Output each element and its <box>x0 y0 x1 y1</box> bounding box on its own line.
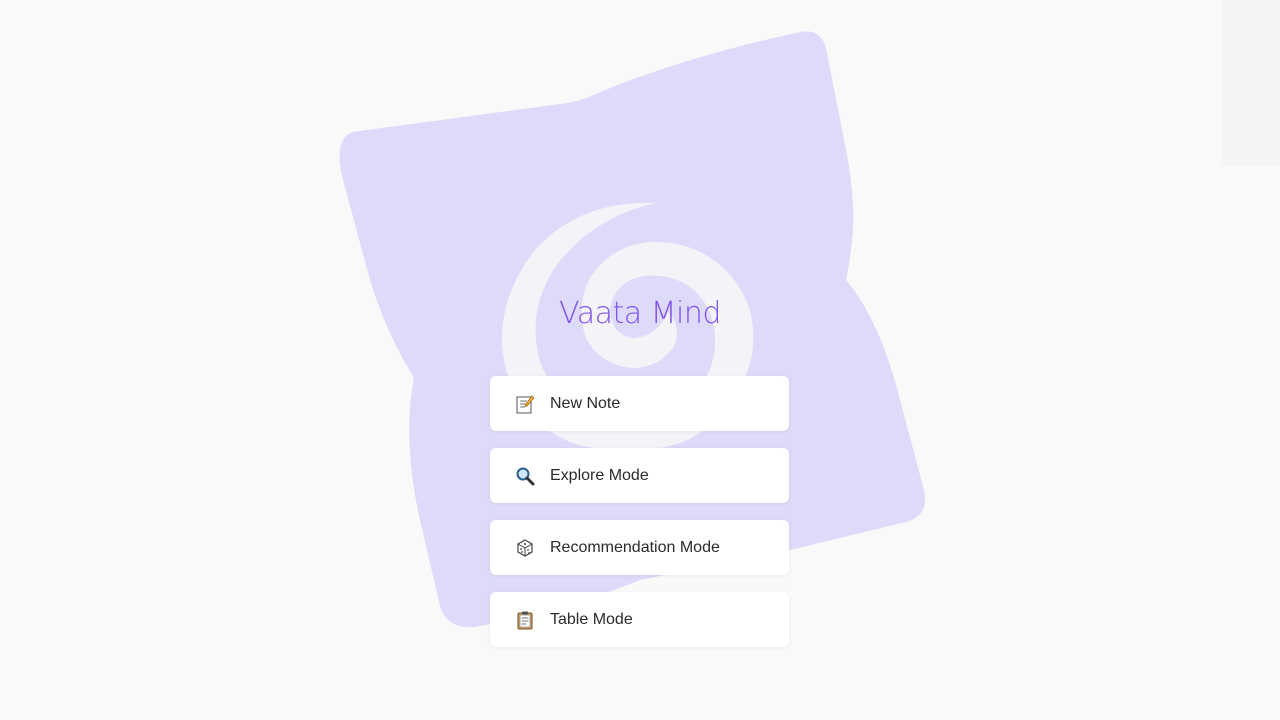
clipboard-icon <box>517 611 533 629</box>
memo-icon <box>516 394 535 413</box>
new-note-label: New Note <box>550 394 621 412</box>
table-mode-label: Table Mode <box>550 610 633 628</box>
home-screen: Vaata Mind New Note Explore Mode Recomme… <box>0 0 1280 720</box>
main-menu: New Note Explore Mode Recommendation Mod… <box>490 376 789 664</box>
table-mode-button[interactable]: Table Mode <box>490 592 789 647</box>
app-title: Vaata Mind <box>559 296 721 331</box>
new-note-button[interactable]: New Note <box>490 376 789 431</box>
explore-mode-label: Explore Mode <box>550 466 649 484</box>
magnifier-icon <box>516 467 535 485</box>
dice-icon <box>517 538 533 557</box>
explore-mode-button[interactable]: Explore Mode <box>490 448 789 503</box>
recommendation-mode-label: Recommendation Mode <box>550 538 720 556</box>
recommendation-mode-button[interactable]: Recommendation Mode <box>490 520 789 575</box>
side-panel <box>1222 0 1280 164</box>
